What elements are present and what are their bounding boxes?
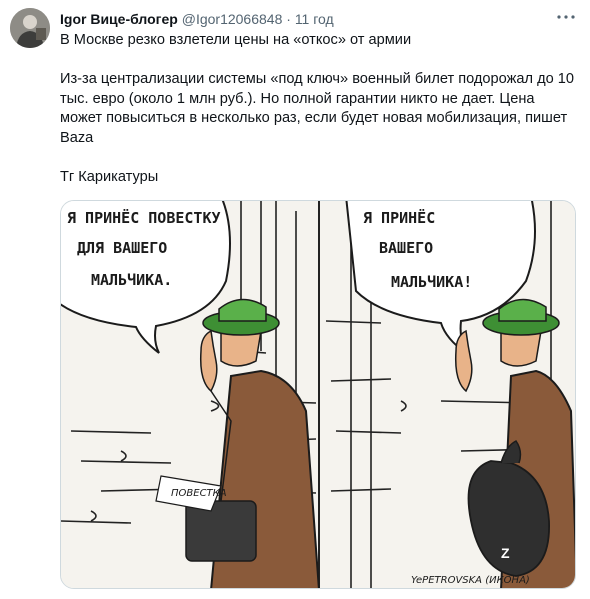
paper-text: ПОВЕСТКА <box>171 488 227 499</box>
tweet-media[interactable]: Я ПРИНЁС ПОВЕСТКУ ДЛЯ ВАШЕГО МАЛЬЧИКА. П… <box>60 200 576 589</box>
right-bubble-line-2: ВАШЕГО <box>379 239 433 257</box>
more-horizontal-icon <box>557 15 575 19</box>
tweet-timestamp[interactable]: 11 год <box>295 11 334 27</box>
right-bubble-line-1: Я ПРИНЁС <box>363 208 435 227</box>
more-options-button[interactable] <box>556 8 576 26</box>
author-name[interactable]: Igor Вице-блогер <box>60 11 178 27</box>
tweet-body: Из-за централизации системы «под ключ» в… <box>60 71 574 146</box>
left-bubble-line-3: МАЛЬЧИКА. <box>91 271 172 289</box>
left-bubble-line-1: Я ПРИНЁС ПОВЕСТКУ <box>67 208 221 227</box>
author-avatar[interactable] <box>10 8 50 48</box>
author-handle[interactable]: @Igor12066848 <box>182 11 283 27</box>
tweet-text: В Москве резко взлетели цены на «откос» … <box>60 31 575 187</box>
right-bubble-line-3: МАЛЬЧИКА! <box>391 273 472 291</box>
avatar-image <box>10 8 50 48</box>
tweet-header: Igor Вице-блогер @Igor12066848 · 11 год <box>60 10 550 28</box>
left-bubble-line-2: ДЛЯ ВАШЕГО <box>77 239 167 257</box>
separator-dot: · <box>286 11 291 27</box>
tweet-headline: В Москве резко взлетели цены на «откос» … <box>60 32 412 48</box>
bag-letter: Z <box>501 545 510 561</box>
artist-signature: YePETROVSKA (ИКОНА) <box>411 575 530 586</box>
tweet-card[interactable]: Igor Вице-блогер @Igor12066848 · 11 год … <box>0 0 590 599</box>
tweet-source: Тг Карикатуры <box>60 168 159 185</box>
cartoon-image: Я ПРИНЁС ПОВЕСТКУ ДЛЯ ВАШЕГО МАЛЬЧИКА. П… <box>61 201 575 588</box>
